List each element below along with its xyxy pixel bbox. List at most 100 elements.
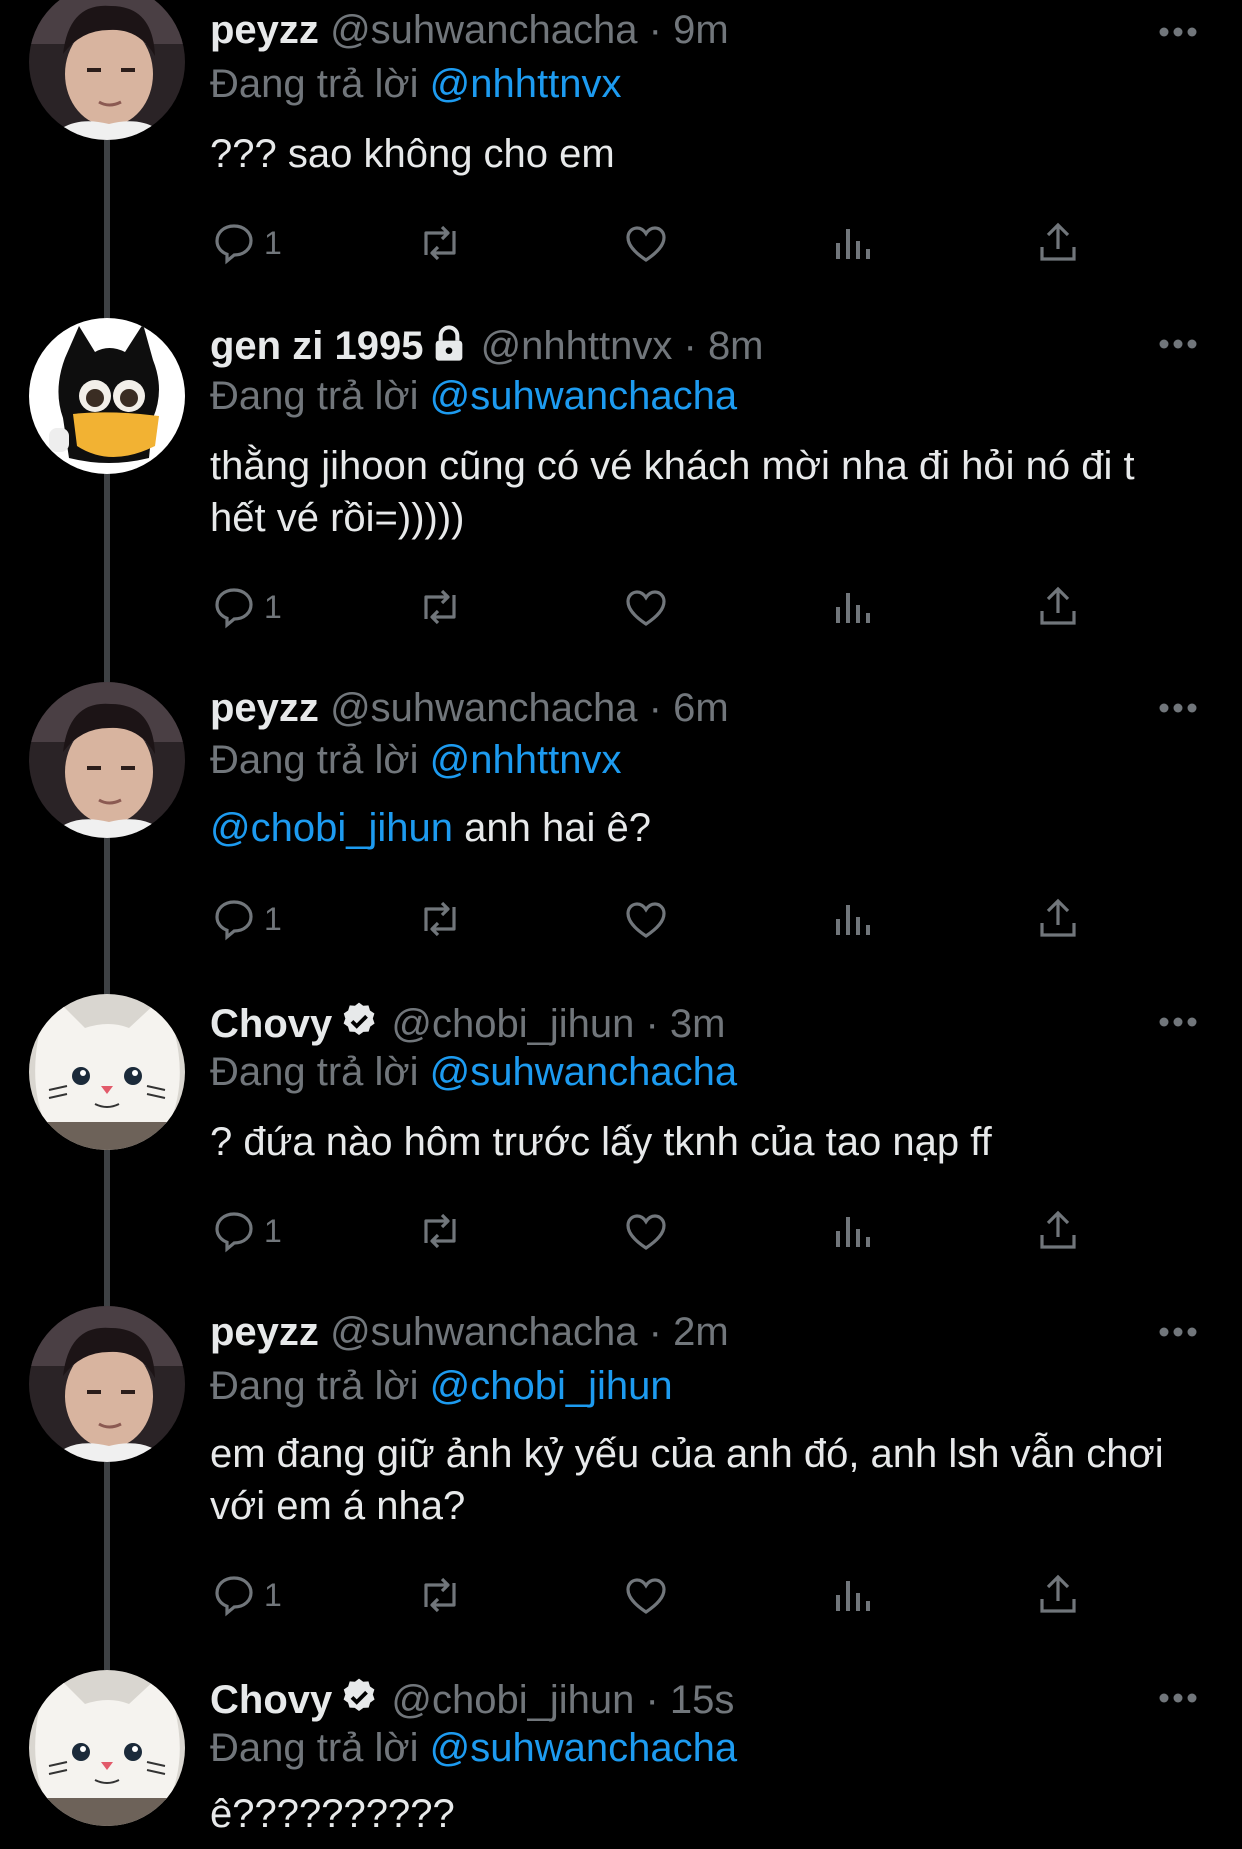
like-button[interactable] xyxy=(622,894,670,944)
reply-mention[interactable]: @chobi_jihun xyxy=(430,1364,673,1408)
reply-mention[interactable]: @nhhttnvx xyxy=(430,738,622,782)
separator: · xyxy=(637,8,674,52)
handle[interactable]: @suhwanchacha xyxy=(330,1310,637,1354)
more-icon[interactable] xyxy=(1158,1326,1198,1338)
reply-button[interactable]: 1 xyxy=(210,582,282,632)
display-name[interactable]: gen zi 1995 xyxy=(210,324,423,368)
tweet-header: peyzz @suhwanchacha · 9m xyxy=(210,6,729,54)
views-icon xyxy=(836,1581,870,1611)
timestamp[interactable]: 2m xyxy=(673,1310,729,1354)
tweet-body: thằng jihoon cũng có vé khách mời nha đi… xyxy=(210,444,1135,540)
tweet-text: @chobi_jihun anh hai ê? xyxy=(210,802,1190,854)
views-button[interactable] xyxy=(828,582,876,632)
tweet-text: thằng jihoon cũng có vé khách mời nha đi… xyxy=(210,440,1190,544)
reply-count: 1 xyxy=(264,1576,282,1613)
cat-avatar xyxy=(29,1670,185,1826)
body-mention[interactable]: @chobi_jihun xyxy=(210,806,453,850)
like-button[interactable] xyxy=(622,1206,670,1256)
thread-line xyxy=(104,140,110,320)
share-button[interactable] xyxy=(1034,894,1082,944)
handle[interactable]: @chobi_jihun xyxy=(391,1678,634,1722)
like-button[interactable] xyxy=(622,218,670,268)
display-name[interactable]: peyzz xyxy=(210,686,319,730)
handle[interactable]: @chobi_jihun xyxy=(391,1002,634,1046)
thread-line xyxy=(104,836,110,996)
like-button[interactable] xyxy=(622,1570,670,1620)
more-icon[interactable] xyxy=(1158,702,1198,714)
action-bar: 1 xyxy=(210,894,1110,944)
retweet-button[interactable] xyxy=(416,894,464,944)
handle[interactable]: @suhwanchacha xyxy=(330,686,637,730)
reply-prefix: Đang trả lời xyxy=(210,738,430,782)
avatar[interactable] xyxy=(29,0,185,140)
share-button[interactable] xyxy=(1034,218,1082,268)
avatar[interactable] xyxy=(29,1670,185,1826)
retweet-button[interactable] xyxy=(416,218,464,268)
action-bar: 1 xyxy=(210,218,1110,268)
more-icon[interactable] xyxy=(1158,1016,1198,1028)
photo-avatar xyxy=(29,0,185,140)
more-icon[interactable] xyxy=(1158,1692,1198,1704)
reply-button[interactable]: 1 xyxy=(210,1570,282,1620)
views-button[interactable] xyxy=(828,218,876,268)
reply-button[interactable]: 1 xyxy=(210,1206,282,1256)
timestamp[interactable]: 8m xyxy=(708,324,764,368)
reply-button[interactable]: 1 xyxy=(210,894,282,944)
retweet-button[interactable] xyxy=(416,1570,464,1620)
more-icon[interactable] xyxy=(1158,26,1198,38)
like-icon xyxy=(626,1214,666,1250)
handle[interactable]: @suhwanchacha xyxy=(330,8,637,52)
display-name[interactable]: Chovy xyxy=(210,1678,332,1722)
reply-icon xyxy=(215,1212,253,1253)
cartoon-avatar xyxy=(29,318,185,474)
like-icon xyxy=(626,902,666,938)
reply-icon xyxy=(215,900,253,941)
avatar[interactable] xyxy=(29,1306,185,1462)
lock-icon xyxy=(436,325,463,361)
tweet-header: gen zi 1995 @nhhttnvx · 8m xyxy=(210,322,764,370)
timestamp[interactable]: 9m xyxy=(673,8,729,52)
timestamp[interactable]: 15s xyxy=(670,1678,735,1722)
display-name[interactable]: Chovy xyxy=(210,1002,332,1046)
reply-prefix: Đang trả lời xyxy=(210,1050,430,1094)
reply-count: 1 xyxy=(264,588,282,625)
reply-mention[interactable]: @suhwanchacha xyxy=(430,1726,737,1770)
thread-line xyxy=(104,1148,110,1308)
views-button[interactable] xyxy=(828,1570,876,1620)
reply-mention[interactable]: @nhhttnvx xyxy=(430,62,622,106)
share-button[interactable] xyxy=(1034,1206,1082,1256)
reply-mention[interactable]: @suhwanchacha xyxy=(430,374,737,418)
retweet-button[interactable] xyxy=(416,1206,464,1256)
tweet-header: peyzz @suhwanchacha · 6m xyxy=(210,684,729,732)
reply-button[interactable]: 1 xyxy=(210,218,282,268)
retweet-button[interactable] xyxy=(416,582,464,632)
tweet-body: em đang giữ ảnh kỷ yếu của anh đó, anh l… xyxy=(210,1432,1164,1528)
timestamp[interactable]: 3m xyxy=(670,1002,726,1046)
tweet-body: ??? sao không cho em xyxy=(210,132,615,176)
display-name[interactable]: peyzz xyxy=(210,8,319,52)
display-name[interactable]: peyzz xyxy=(210,1310,319,1354)
avatar[interactable] xyxy=(29,682,185,838)
separator: · xyxy=(637,1310,674,1354)
handle[interactable]: @nhhttnvx xyxy=(481,324,673,368)
timestamp[interactable]: 6m xyxy=(673,686,729,730)
views-button[interactable] xyxy=(828,1206,876,1256)
tweet-header: Chovy @chobi_jihun · 15s xyxy=(210,1676,734,1724)
share-icon xyxy=(1040,222,1076,261)
share-button[interactable] xyxy=(1034,582,1082,632)
avatar[interactable] xyxy=(29,318,185,474)
tweet-text: ??? sao không cho em xyxy=(210,128,1190,180)
share-button[interactable] xyxy=(1034,1570,1082,1620)
retweet-icon xyxy=(424,589,456,625)
like-button[interactable] xyxy=(622,582,670,632)
replying-to: Đang trả lời @suhwanchacha xyxy=(210,1048,737,1096)
more-icon[interactable] xyxy=(1158,338,1198,350)
replying-to: Đang trả lời @nhhttnvx xyxy=(210,60,621,108)
views-button[interactable] xyxy=(828,894,876,944)
reply-prefix: Đang trả lời xyxy=(210,1364,430,1408)
avatar[interactable] xyxy=(29,994,185,1150)
tweet-text: ê?????????? xyxy=(210,1788,1190,1840)
reply-mention[interactable]: @suhwanchacha xyxy=(430,1050,737,1094)
like-icon xyxy=(626,590,666,626)
verified-icon xyxy=(343,1678,375,1711)
